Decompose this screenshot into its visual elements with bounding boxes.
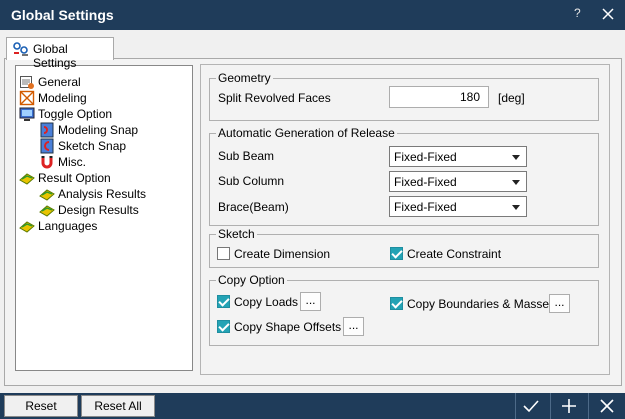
create-dimension-checkbox[interactable] bbox=[217, 247, 230, 260]
sub-column-select[interactable]: Fixed-Fixed bbox=[389, 171, 527, 192]
tab-global-settings[interactable]: Global Settings bbox=[6, 37, 114, 70]
window-title: Global Settings bbox=[11, 7, 114, 23]
tree-label: Misc. bbox=[58, 155, 86, 169]
tree-label: General bbox=[38, 75, 81, 89]
add-icon[interactable] bbox=[561, 398, 577, 414]
tree-label: Design Results bbox=[58, 203, 139, 217]
group-title: Automatic Generation of Release bbox=[216, 126, 397, 140]
select-value: Fixed-Fixed bbox=[394, 200, 457, 214]
settings-content: Geometry Split Revolved Faces 180 [deg] … bbox=[200, 64, 610, 375]
tree-label: Analysis Results bbox=[58, 187, 147, 201]
cancel-icon[interactable] bbox=[599, 398, 615, 414]
tree-label: Result Option bbox=[38, 171, 111, 185]
group-title: Sketch bbox=[216, 227, 257, 241]
geometry-group: Geometry Split Revolved Faces 180 [deg] bbox=[209, 71, 599, 121]
magnet-icon bbox=[41, 156, 53, 169]
copy-boundaries-checkbox[interactable] bbox=[390, 297, 403, 310]
chevron-down-icon bbox=[512, 205, 520, 210]
sub-beam-select[interactable]: Fixed-Fixed bbox=[389, 146, 527, 167]
tree-label: Languages bbox=[38, 219, 98, 233]
copy-boundaries-label: Copy Boundaries & Masses bbox=[407, 297, 556, 311]
modeling-snap-icon bbox=[40, 122, 54, 138]
tree-label: Sketch Snap bbox=[58, 139, 127, 153]
group-title: Geometry bbox=[216, 71, 273, 85]
sketch-snap-icon bbox=[40, 138, 54, 154]
split-revolved-faces-input[interactable]: 180 bbox=[389, 86, 489, 108]
copy-shape-offsets-more-button[interactable]: ... bbox=[343, 317, 364, 336]
title-bar: Global Settings ? bbox=[0, 0, 625, 30]
create-dimension-label: Create Dimension bbox=[234, 247, 331, 261]
tree-label: Toggle Option bbox=[38, 107, 113, 121]
copy-loads-more-button[interactable]: ... bbox=[300, 292, 321, 311]
chevron-down-icon bbox=[512, 155, 520, 160]
reset-all-button[interactable]: Reset All bbox=[81, 395, 155, 417]
release-group: Automatic Generation of Release Sub Beam… bbox=[209, 126, 599, 226]
copy-boundaries-more-button[interactable]: ... bbox=[549, 294, 570, 313]
sketch-group: Sketch Create Dimension Create Constrain… bbox=[209, 227, 599, 268]
category-tree: General Modeling Toggle Option Modeling … bbox=[15, 65, 193, 371]
close-icon[interactable] bbox=[600, 6, 616, 22]
languages-icon bbox=[19, 221, 35, 233]
copy-loads-label: Copy Loads bbox=[234, 295, 299, 309]
split-revolved-faces-label: Split Revolved Faces bbox=[218, 91, 331, 105]
copy-shape-offsets-label: Copy Shape Offsets bbox=[234, 320, 342, 334]
tab-label: Global Settings bbox=[33, 42, 77, 70]
settings-panel: General Modeling Toggle Option Modeling … bbox=[4, 58, 622, 386]
result-option-icon bbox=[19, 173, 35, 185]
brace-beam-label: Brace(Beam) bbox=[218, 200, 289, 214]
design-results-icon bbox=[39, 205, 55, 217]
tree-label: Modeling Snap bbox=[58, 123, 139, 137]
tree-label: Modeling bbox=[38, 91, 87, 105]
group-title: Copy Option bbox=[216, 273, 287, 287]
brace-beam-select[interactable]: Fixed-Fixed bbox=[389, 196, 527, 217]
select-value: Fixed-Fixed bbox=[394, 150, 457, 164]
divider bbox=[515, 393, 516, 419]
divider bbox=[588, 393, 589, 419]
modeling-icon bbox=[19, 90, 35, 106]
sub-beam-label: Sub Beam bbox=[218, 149, 275, 163]
reset-button[interactable]: Reset bbox=[4, 395, 78, 417]
sub-column-label: Sub Column bbox=[218, 174, 285, 188]
copy-shape-offsets-checkbox[interactable] bbox=[217, 320, 230, 333]
analysis-results-icon bbox=[39, 189, 55, 201]
unit-label: [deg] bbox=[498, 91, 525, 105]
footer-bar: Reset Reset All bbox=[0, 393, 625, 419]
chevron-down-icon bbox=[512, 180, 520, 185]
toggle-option-icon bbox=[19, 107, 35, 121]
copy-loads-checkbox[interactable] bbox=[217, 295, 230, 308]
copy-option-group: Copy Option Copy Loads ... Copy Boundari… bbox=[209, 273, 599, 346]
create-constraint-checkbox[interactable] bbox=[390, 247, 403, 260]
general-icon bbox=[20, 76, 34, 89]
divider bbox=[550, 393, 551, 419]
select-value: Fixed-Fixed bbox=[394, 175, 457, 189]
create-constraint-label: Create Constraint bbox=[407, 247, 502, 261]
settings-icon bbox=[13, 42, 28, 56]
help-button[interactable]: ? bbox=[574, 6, 581, 20]
checkmark-icon[interactable] bbox=[523, 398, 539, 414]
